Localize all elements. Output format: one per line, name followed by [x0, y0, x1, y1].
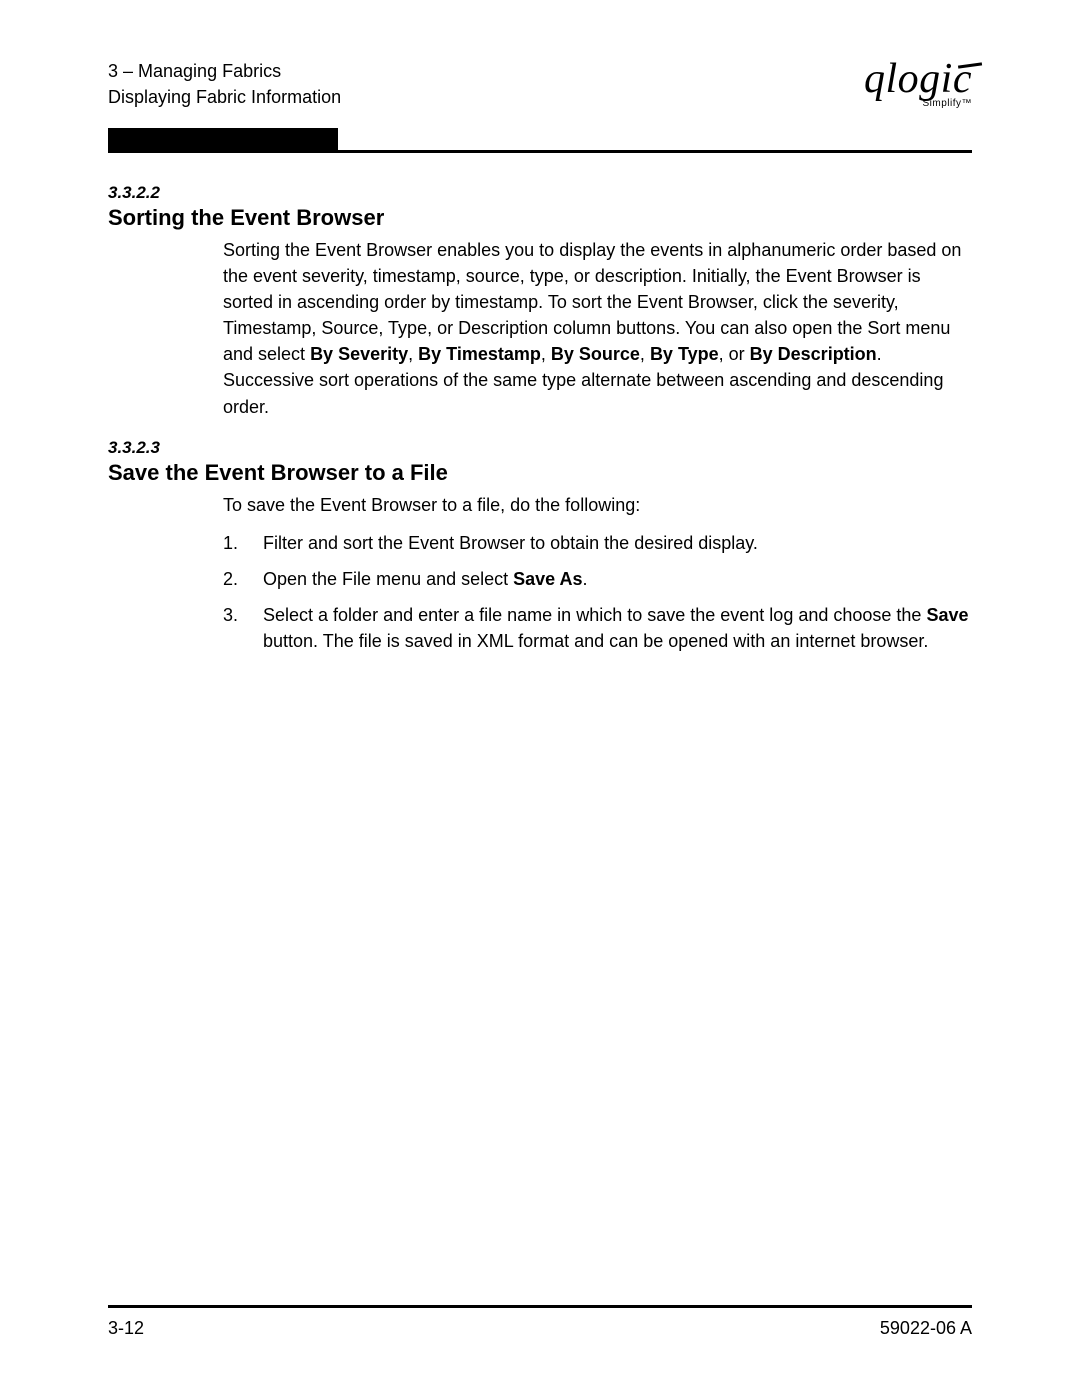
header-right: qlogic Simplify™	[864, 58, 972, 109]
section-number: 3.3.2.3	[108, 438, 972, 458]
bold-save: Save	[926, 605, 968, 625]
list-item: 1. Filter and sort the Event Browser to …	[223, 530, 972, 556]
step-text-pre: Select a folder and enter a file name in…	[263, 605, 926, 625]
section-title: Save the Event Browser to a File	[108, 460, 972, 486]
header-subline: Displaying Fabric Information	[108, 84, 341, 110]
list-item: 3. Select a folder and enter a file name…	[223, 602, 972, 654]
section-intro: To save the Event Browser to a file, do …	[223, 492, 972, 518]
header-black-bar	[108, 128, 338, 150]
page-footer: 3-12 59022-06 A	[108, 1305, 972, 1339]
sep: , or	[719, 344, 750, 364]
page: 3 – Managing Fabrics Displaying Fabric I…	[0, 0, 1080, 1397]
footer-divider	[108, 1305, 972, 1308]
sep: ,	[640, 344, 650, 364]
section-paragraph: Sorting the Event Browser enables you to…	[223, 237, 972, 420]
bold-by-type: By Type	[650, 344, 719, 364]
step-text-post: .	[583, 569, 588, 589]
step-list: 1. Filter and sort the Event Browser to …	[223, 530, 972, 654]
section-number: 3.3.2.2	[108, 183, 972, 203]
chapter-line: 3 – Managing Fabrics	[108, 58, 341, 84]
step-text: Select a folder and enter a file name in…	[263, 602, 972, 654]
sep: ,	[408, 344, 418, 364]
step-text: Open the File menu and select Save As.	[263, 566, 588, 592]
header-rule	[108, 128, 972, 153]
section-save-file: 3.3.2.3 Save the Event Browser to a File…	[108, 438, 972, 654]
logo-text: qlogic	[864, 58, 972, 100]
bold-by-description: By Description	[750, 344, 877, 364]
page-header: 3 – Managing Fabrics Displaying Fabric I…	[108, 58, 972, 116]
section-content: To save the Event Browser to a file, do …	[223, 492, 972, 654]
bold-by-timestamp: By Timestamp	[418, 344, 541, 364]
body: 3.3.2.2 Sorting the Event Browser Sortin…	[108, 153, 972, 654]
step-number: 1.	[223, 530, 263, 556]
step-number: 2.	[223, 566, 263, 592]
document-id: 59022-06 A	[880, 1318, 972, 1339]
step-text-post: button. The file is saved in XML format …	[263, 631, 928, 651]
step-text-pre: Open the File menu and select	[263, 569, 513, 589]
bold-by-source: By Source	[551, 344, 640, 364]
section-sorting: 3.3.2.2 Sorting the Event Browser Sortin…	[108, 183, 972, 420]
sep: ,	[541, 344, 551, 364]
bold-by-severity: By Severity	[310, 344, 408, 364]
bold-save-as: Save As	[513, 569, 582, 589]
list-item: 2. Open the File menu and select Save As…	[223, 566, 972, 592]
step-number: 3.	[223, 602, 263, 628]
page-number: 3-12	[108, 1318, 144, 1339]
section-title: Sorting the Event Browser	[108, 205, 972, 231]
header-left: 3 – Managing Fabrics Displaying Fabric I…	[108, 58, 341, 110]
footer-row: 3-12 59022-06 A	[108, 1318, 972, 1339]
step-text: Filter and sort the Event Browser to obt…	[263, 530, 758, 556]
